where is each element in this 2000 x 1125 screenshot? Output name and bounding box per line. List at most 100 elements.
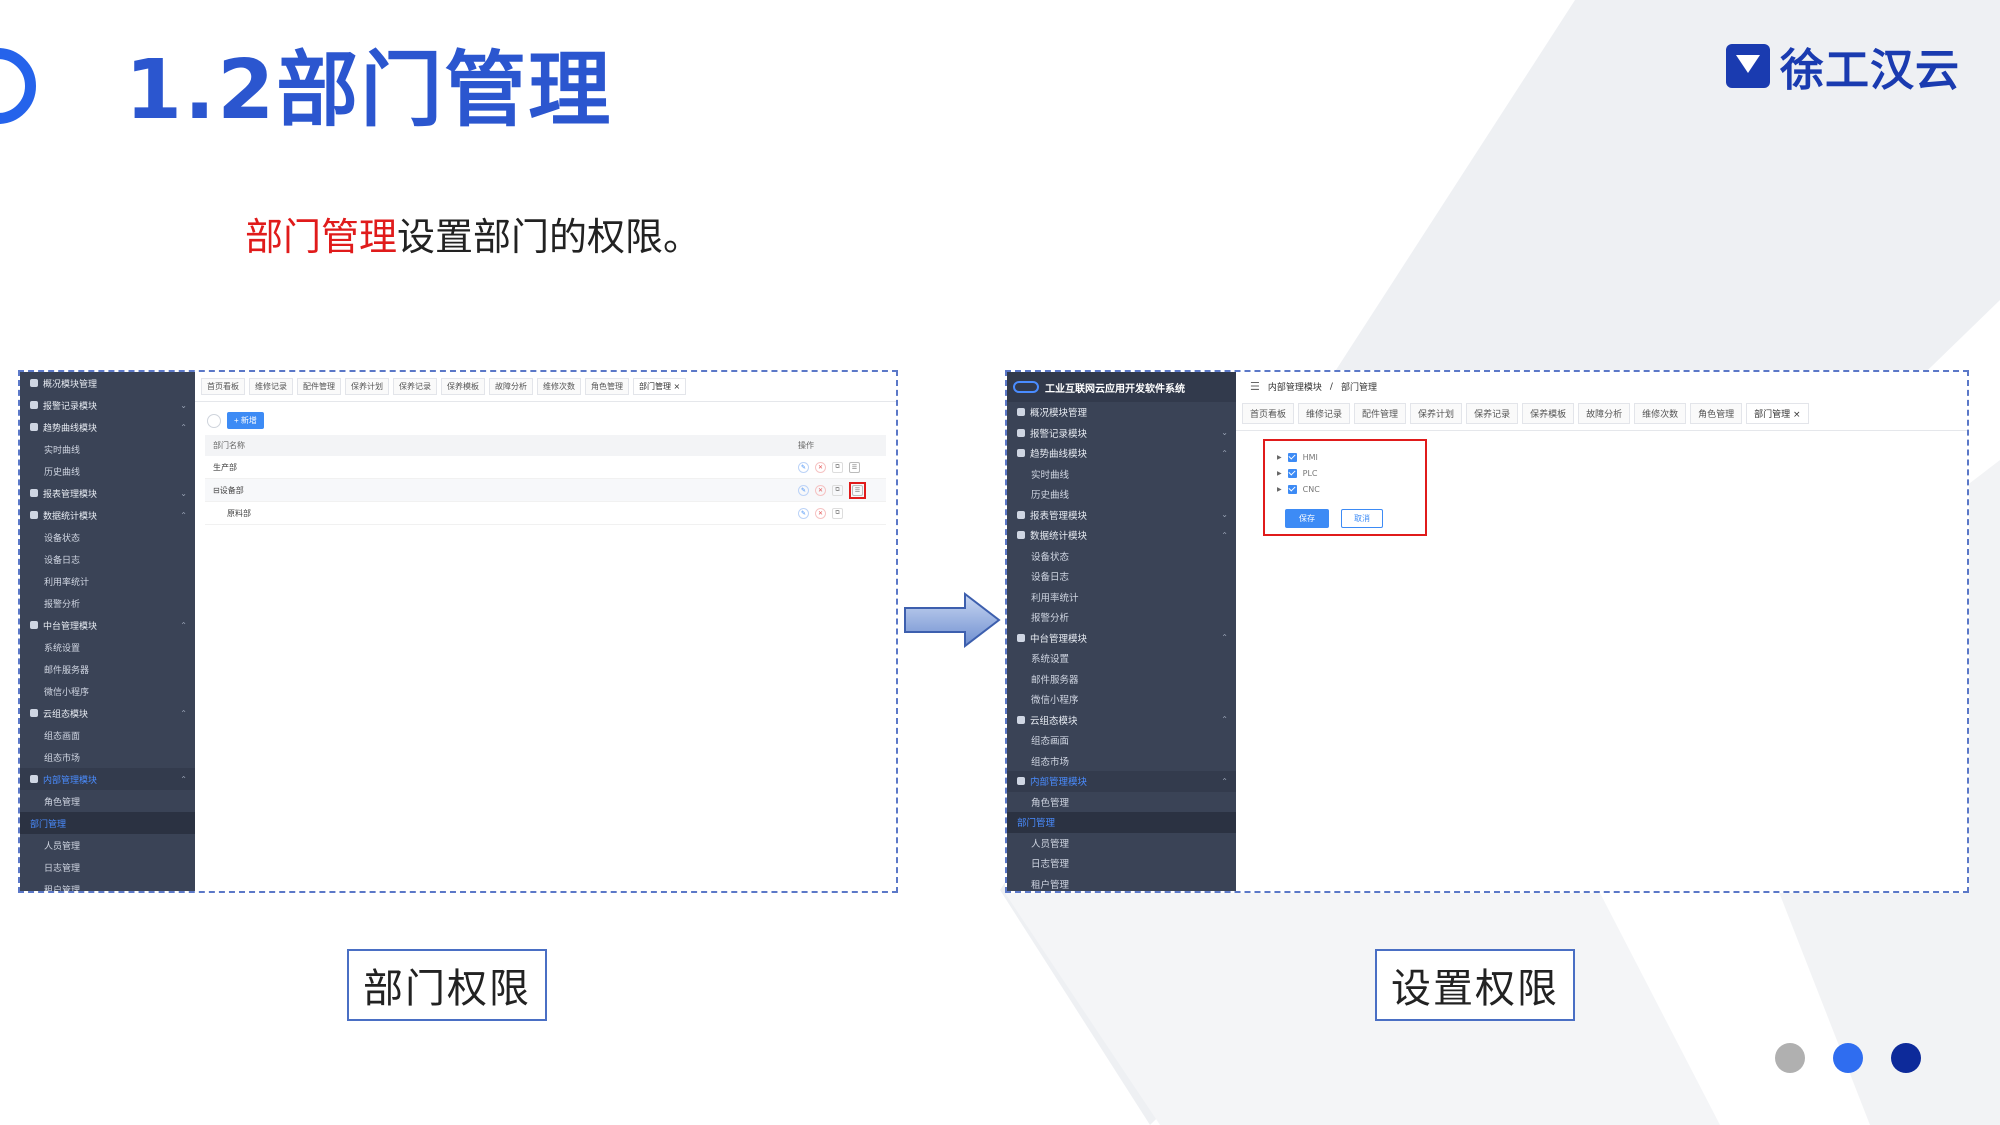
- tab[interactable]: 维修记录: [1298, 403, 1351, 424]
- tab[interactable]: 保养计划: [345, 378, 389, 395]
- tree-node[interactable]: ▶ PLC: [1277, 465, 1413, 481]
- left-sidebar-item[interactable]: 人员管理: [20, 834, 195, 856]
- sidebar-item-label: 中台管理模块: [43, 621, 98, 632]
- right-sidebar-item[interactable]: 人员管理: [1007, 833, 1236, 854]
- table-row[interactable]: 生产部 ✎ ✕ ⧉ ☰: [205, 456, 886, 479]
- tab[interactable]: 部门管理 ×: [633, 378, 687, 395]
- tab[interactable]: 角色管理: [585, 378, 629, 395]
- left-sidebar-item[interactable]: 租户管理: [20, 878, 195, 892]
- left-sidebar-item[interactable]: 报表管理模块 ⌄: [20, 482, 195, 504]
- left-sidebar-item[interactable]: 部门管理: [20, 812, 195, 834]
- tab[interactable]: 保养模板: [1522, 403, 1575, 424]
- left-sidebar-item[interactable]: 概况模块管理: [20, 372, 195, 394]
- left-sidebar-item[interactable]: 设备状态: [20, 526, 195, 548]
- right-sidebar-item[interactable]: 报表管理模块 ⌄: [1007, 505, 1236, 526]
- right-sidebar-item[interactable]: 历史曲线: [1007, 484, 1236, 505]
- left-sidebar-item[interactable]: 系统设置: [20, 636, 195, 658]
- checkbox-icon[interactable]: [1287, 484, 1297, 494]
- table-row[interactable]: ⊟设备部 ✎ ✕ ⧉ ☰: [205, 479, 886, 502]
- right-sidebar-item[interactable]: 数据统计模块 ⌃: [1007, 525, 1236, 546]
- nav-icon: [1017, 531, 1025, 540]
- table-row[interactable]: 原料部 ✎ ✕ ⧉: [205, 502, 886, 525]
- right-sidebar-item[interactable]: 云组态模块 ⌃: [1007, 710, 1236, 731]
- tree-node[interactable]: ▶ CNC: [1277, 481, 1413, 497]
- add-department-button[interactable]: + 新增: [227, 412, 264, 429]
- copy-icon[interactable]: ⧉: [832, 461, 843, 473]
- copy-icon[interactable]: ⧉: [832, 484, 843, 496]
- edit-icon[interactable]: ✎: [798, 461, 809, 473]
- left-sidebar-item[interactable]: 内部管理模块 ⌃: [20, 768, 195, 790]
- tab[interactable]: 配件管理: [1354, 403, 1407, 424]
- tab[interactable]: 首页看板: [1242, 403, 1295, 424]
- tab[interactable]: 保养记录: [393, 378, 437, 395]
- left-sidebar-item[interactable]: 组态画面: [20, 724, 195, 746]
- right-sidebar-item[interactable]: 部门管理: [1007, 812, 1236, 833]
- breadcrumb-item[interactable]: 内部管理模块: [1268, 380, 1322, 393]
- left-sidebar-item[interactable]: 报警分析: [20, 592, 195, 614]
- save-button[interactable]: 保存: [1285, 509, 1329, 528]
- tab[interactable]: 维修次数: [537, 378, 581, 395]
- right-sidebar-item[interactable]: 趋势曲线模块 ⌃: [1007, 443, 1236, 464]
- left-sidebar-item[interactable]: 中台管理模块 ⌃: [20, 614, 195, 636]
- right-sidebar-item[interactable]: 系统设置: [1007, 648, 1236, 669]
- tab[interactable]: 配件管理: [297, 378, 341, 395]
- edit-icon[interactable]: ✎: [798, 507, 809, 519]
- caret-right-icon[interactable]: ▶: [1277, 470, 1282, 477]
- left-sidebar-item[interactable]: 日志管理: [20, 856, 195, 878]
- right-sidebar-item[interactable]: 角色管理: [1007, 792, 1236, 813]
- right-sidebar-item[interactable]: 设备日志: [1007, 566, 1236, 587]
- right-sidebar-item[interactable]: 报警分析: [1007, 607, 1236, 628]
- checkbox-icon[interactable]: [1287, 452, 1297, 462]
- right-sidebar-item[interactable]: 利用率统计: [1007, 587, 1236, 608]
- right-sidebar-item[interactable]: 中台管理模块 ⌃: [1007, 628, 1236, 649]
- tab[interactable]: 保养模板: [441, 378, 485, 395]
- checkbox-icon[interactable]: [1287, 468, 1297, 478]
- left-sidebar-item[interactable]: 云组态模块 ⌃: [20, 702, 195, 724]
- chevron-icon: ⌄: [180, 488, 187, 498]
- tab[interactable]: 部门管理 ×: [1746, 403, 1809, 424]
- left-sidebar-item[interactable]: 微信小程序: [20, 680, 195, 702]
- caret-right-icon[interactable]: ▶: [1277, 454, 1282, 461]
- edit-icon[interactable]: ✎: [798, 484, 809, 496]
- right-sidebar-item[interactable]: 组态画面: [1007, 730, 1236, 751]
- right-sidebar-item[interactable]: 租户管理: [1007, 874, 1236, 892]
- right-sidebar-item[interactable]: 实时曲线: [1007, 464, 1236, 485]
- right-sidebar-item[interactable]: 微信小程序: [1007, 689, 1236, 710]
- left-sidebar-item[interactable]: 角色管理: [20, 790, 195, 812]
- right-sidebar-item[interactable]: 组态市场: [1007, 751, 1236, 772]
- right-sidebar-item[interactable]: 概况模块管理: [1007, 402, 1236, 423]
- left-sidebar-item[interactable]: 趋势曲线模块 ⌃: [20, 416, 195, 438]
- caret-right-icon[interactable]: ▶: [1277, 486, 1282, 493]
- copy-icon[interactable]: ⧉: [832, 507, 843, 519]
- tree-node[interactable]: ▶ HMI: [1277, 449, 1413, 465]
- right-sidebar-item[interactable]: 设备状态: [1007, 546, 1236, 567]
- permission-icon[interactable]: ☰: [849, 461, 860, 473]
- delete-icon[interactable]: ✕: [815, 507, 826, 519]
- right-sidebar-item[interactable]: 报警记录模块 ⌄: [1007, 423, 1236, 444]
- tab[interactable]: 首页看板: [201, 378, 245, 395]
- permission-icon[interactable]: ☰: [852, 484, 863, 496]
- left-sidebar-item[interactable]: 利用率统计: [20, 570, 195, 592]
- left-sidebar-item[interactable]: 数据统计模块 ⌃: [20, 504, 195, 526]
- menu-toggle-icon[interactable]: ☰: [1250, 380, 1260, 393]
- tab[interactable]: 维修次数: [1634, 403, 1687, 424]
- refresh-icon[interactable]: [207, 413, 221, 428]
- tab[interactable]: 故障分析: [489, 378, 533, 395]
- tab[interactable]: 维修记录: [249, 378, 293, 395]
- left-sidebar-item[interactable]: 实时曲线: [20, 438, 195, 460]
- delete-icon[interactable]: ✕: [815, 461, 826, 473]
- left-sidebar-item[interactable]: 邮件服务器: [20, 658, 195, 680]
- left-sidebar-item[interactable]: 设备日志: [20, 548, 195, 570]
- tab[interactable]: 保养记录: [1466, 403, 1519, 424]
- left-sidebar-item[interactable]: 组态市场: [20, 746, 195, 768]
- tab[interactable]: 故障分析: [1578, 403, 1631, 424]
- tab[interactable]: 保养计划: [1410, 403, 1463, 424]
- right-sidebar-item[interactable]: 日志管理: [1007, 853, 1236, 874]
- delete-icon[interactable]: ✕: [815, 484, 826, 496]
- left-sidebar-item[interactable]: 历史曲线: [20, 460, 195, 482]
- tab[interactable]: 角色管理: [1690, 403, 1743, 424]
- cancel-button[interactable]: 取消: [1341, 509, 1383, 528]
- right-sidebar-item[interactable]: 邮件服务器: [1007, 669, 1236, 690]
- right-sidebar-item[interactable]: 内部管理模块 ⌃: [1007, 771, 1236, 792]
- left-sidebar-item[interactable]: 报警记录模块 ⌄: [20, 394, 195, 416]
